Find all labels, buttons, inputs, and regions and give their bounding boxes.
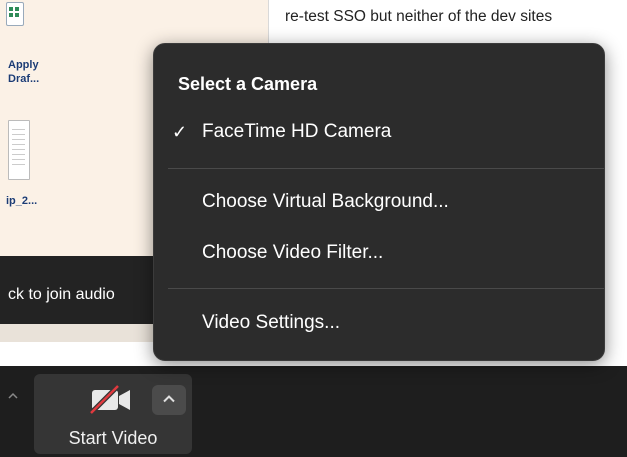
menu-item-video-filter[interactable]: Choose Video Filter... [154, 234, 604, 272]
document-file-icon[interactable] [8, 120, 30, 180]
chevron-up-icon [8, 388, 18, 399]
desktop-file-label: Apply Draf... [8, 59, 40, 85]
video-options-button[interactable] [152, 385, 186, 415]
chevron-up-icon [162, 391, 176, 409]
desktop-file-label: ip_2... [6, 195, 38, 207]
camera-off-icon [88, 384, 136, 415]
menu-item-label: Video Settings... [202, 312, 341, 333]
menu-item-label: Choose Video Filter... [202, 242, 384, 263]
menu-item-label: Choose Virtual Background... [202, 191, 449, 212]
join-audio-text: ck to join audio [8, 286, 115, 303]
menu-item-virtual-background[interactable]: Choose Virtual Background... [154, 183, 604, 221]
camera-menu: Select a Camera ✓ FaceTime HD Camera Cho… [153, 43, 605, 361]
checkmark-icon: ✓ [172, 121, 188, 142]
menu-item-video-settings[interactable]: Video Settings... [154, 304, 604, 342]
menu-heading: Select a Camera [178, 74, 318, 94]
menu-divider [168, 168, 604, 169]
menu-divider [168, 288, 604, 289]
menu-item-label: FaceTime HD Camera [202, 121, 392, 142]
start-video-label: Start Video [68, 428, 158, 448]
document-text: re-test SSO but neither of the dev sites [285, 8, 553, 25]
spreadsheet-file-icon[interactable] [6, 2, 24, 26]
menu-item-facetime-camera[interactable]: ✓ FaceTime HD Camera [154, 113, 604, 151]
